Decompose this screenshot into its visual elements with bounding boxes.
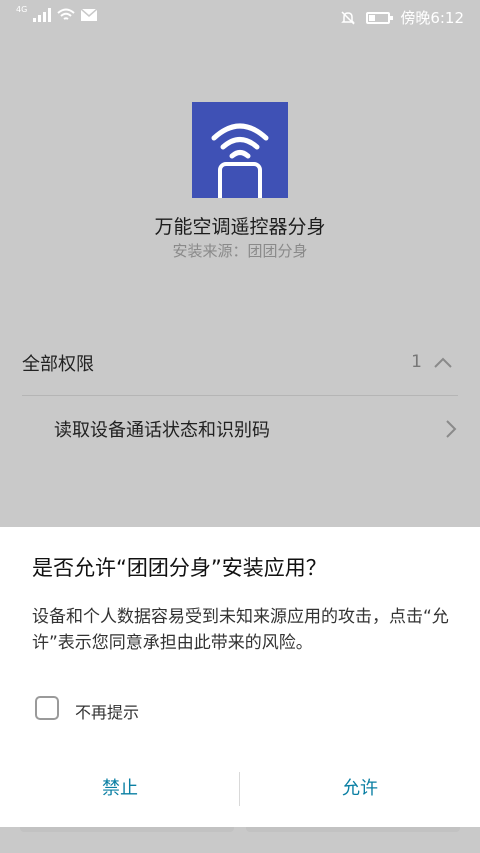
app-source: 安装来源：团团分身: [172, 242, 308, 260]
remote-wifi-icon: [211, 123, 269, 208]
deny-button[interactable]: 禁止: [0, 774, 240, 804]
permissions-count: 1: [411, 352, 422, 372]
allow-button[interactable]: 允许: [240, 774, 480, 804]
chevron-up-icon: [434, 357, 452, 368]
dialog-message: 设备和个人数据容易受到未知来源应用的攻击，点击“允许”表示您同意承担由此带来的风…: [32, 607, 449, 653]
app-name: 万能空调遥控器分身: [154, 216, 326, 238]
battery-icon: [366, 11, 394, 24]
status-right: 傍晚6:12: [340, 7, 464, 28]
dont-show-again-label[interactable]: 不再提示: [75, 699, 139, 723]
status-bar: 4G 傍晚6:12: [0, 0, 480, 34]
permission-item-label: 读取设备通话状态和识别码: [54, 420, 270, 441]
status-time: 傍晚6:12: [400, 9, 464, 27]
chevron-right-icon: [446, 420, 457, 438]
permissions-header[interactable]: 全部权限 1: [22, 350, 458, 380]
dont-show-again-checkbox[interactable]: [35, 696, 59, 720]
alarm-off-icon: [341, 10, 356, 25]
install-permission-dialog: 是否允许“团团分身”安装应用？ 设备和个人数据容易受到未知来源应用的攻击，点击“…: [0, 527, 480, 827]
dialog-title: 是否允许“团团分身”安装应用？: [32, 556, 327, 580]
mail-icon: [81, 9, 98, 21]
app-icon: [192, 102, 288, 208]
permissions-header-label: 全部权限: [22, 354, 94, 375]
status-left: 4G: [16, 4, 98, 22]
wifi-icon: [57, 8, 75, 20]
signal-icon: [33, 8, 52, 22]
divider: [22, 395, 458, 396]
permission-item[interactable]: 读取设备通话状态和识别码: [54, 416, 458, 446]
network-type: 4G: [16, 4, 28, 14]
